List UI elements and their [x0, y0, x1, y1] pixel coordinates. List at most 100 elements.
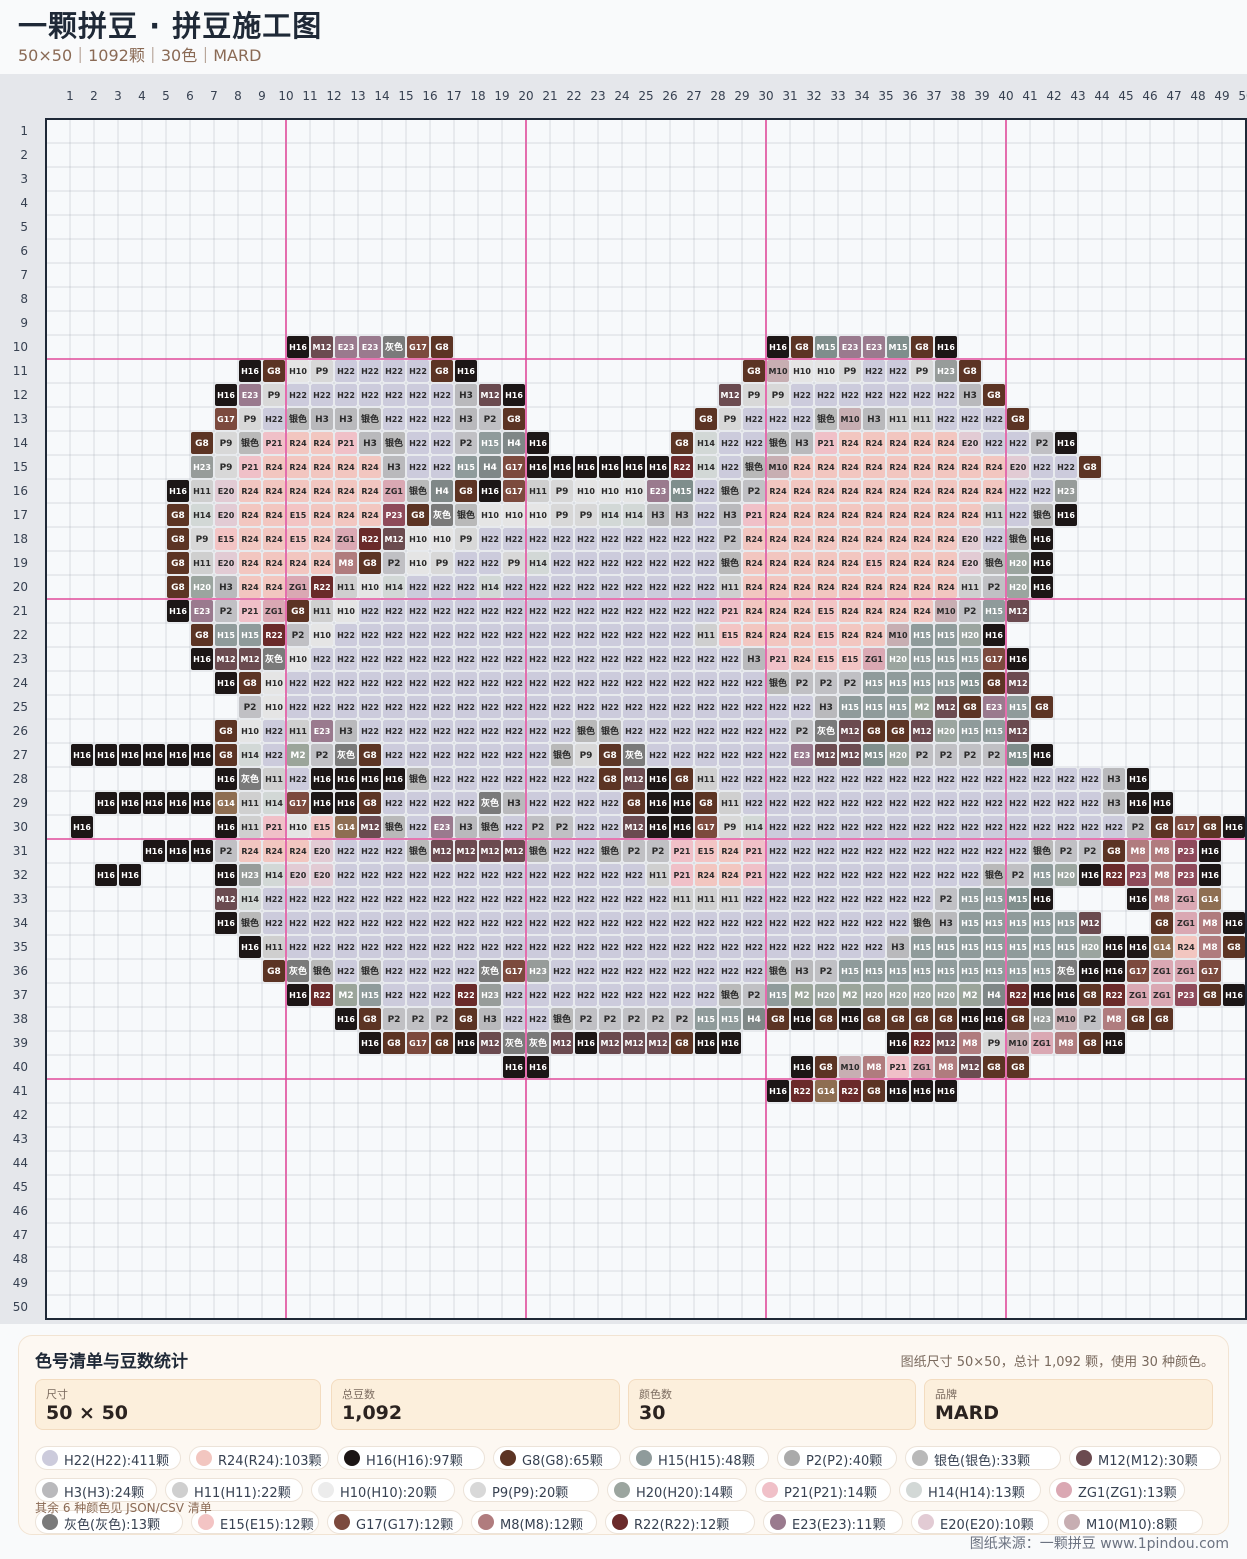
- bead-code: H14: [385, 583, 403, 592]
- color-chip[interactable]: G17(G17):12颗: [327, 1510, 463, 1534]
- color-chip[interactable]: R22(R22):12颗: [605, 1510, 755, 1534]
- bead-code: G8: [699, 415, 713, 425]
- bead-code: H22: [265, 919, 283, 928]
- color-chip[interactable]: M8(M8):12颗: [471, 1510, 597, 1534]
- bead-code: M15: [864, 751, 884, 760]
- bead-code: H22: [913, 847, 931, 856]
- bead-code: G8: [1155, 919, 1169, 929]
- color-chip[interactable]: G8(G8):65颗: [493, 1446, 621, 1470]
- color-chip[interactable]: H20(H20):14颗: [607, 1478, 747, 1502]
- bead-code: E15: [218, 535, 235, 544]
- bead-code: H10: [793, 367, 811, 376]
- bead-code: G8: [363, 559, 377, 569]
- bead-code: H16: [337, 799, 355, 808]
- bead-code: H11: [697, 895, 715, 904]
- color-chip[interactable]: M10(M10):8颗: [1057, 1510, 1203, 1534]
- bead-code: H16: [1201, 871, 1219, 880]
- bead-code: R24: [361, 511, 379, 520]
- bead-code: 灰色: [817, 725, 835, 737]
- row-number: 8: [20, 292, 28, 306]
- bead-code: ZG1: [1033, 1039, 1051, 1048]
- bead-code: H15: [1009, 967, 1027, 976]
- color-chip[interactable]: H14(H14):13颗: [899, 1478, 1041, 1502]
- color-chip[interactable]: H16(H16):97颗: [337, 1446, 485, 1470]
- bead-code: H15: [1033, 967, 1051, 976]
- bead-code: H22: [553, 559, 571, 568]
- bead-code: H16: [1105, 943, 1123, 952]
- bead-code: H15: [889, 679, 907, 688]
- column-number: 3: [114, 89, 122, 103]
- bead-code: H22: [769, 871, 787, 880]
- row-number: 30: [13, 820, 28, 834]
- bead-code: H16: [193, 847, 211, 856]
- bead-code: P21: [890, 1063, 907, 1072]
- bead-code: H22: [577, 631, 595, 640]
- bead-code: H15: [841, 703, 859, 712]
- bead-code: R24: [769, 511, 787, 520]
- bead-code: H15: [961, 895, 979, 904]
- color-chip[interactable]: P9(P9):20颗: [463, 1478, 599, 1502]
- bead-code: H22: [385, 631, 403, 640]
- color-chip[interactable]: M12(M12):30颗: [1069, 1446, 1221, 1470]
- bead-code: H22: [409, 967, 427, 976]
- color-chip[interactable]: E20(E20):10颗: [911, 1510, 1049, 1534]
- color-chip[interactable]: H10(H10):20颗: [311, 1478, 455, 1502]
- bead-code: E20: [290, 871, 307, 880]
- bead-code: R24: [913, 463, 931, 472]
- bead-code: H16: [457, 367, 475, 376]
- bead-code: H23: [481, 991, 499, 1000]
- color-chip[interactable]: P21(P21):14颗: [755, 1478, 891, 1502]
- bead-pattern-grid[interactable]: 1 2 3 4 5 6 7 8 9 10 11 12 13 14 15 16 17 18 19 20 21 22 23 24 2…: [0, 74, 1247, 1324]
- bead-code: 银色: [553, 1013, 571, 1025]
- column-number: 24: [614, 89, 629, 103]
- color-chip[interactable]: E23(E23):11颗: [763, 1510, 903, 1534]
- bead-code: G8: [867, 727, 881, 737]
- bead-code: H22: [697, 655, 715, 664]
- bead-code: H22: [1009, 487, 1027, 496]
- bead-code: H22: [625, 559, 643, 568]
- row-number: 31: [13, 844, 28, 858]
- bead-code: H16: [193, 655, 211, 664]
- color-swatch-icon: [172, 1482, 188, 1498]
- bead-code: H22: [433, 607, 451, 616]
- color-chip[interactable]: ZG1(ZG1):13颗: [1049, 1478, 1185, 1502]
- bead-code: H22: [577, 823, 595, 832]
- bead-code: H22: [505, 607, 523, 616]
- column-number: 8: [234, 89, 242, 103]
- color-chip[interactable]: P2(P2):40颗: [777, 1446, 897, 1470]
- bead-code: 银色: [313, 965, 331, 977]
- bead-code: E15: [818, 607, 835, 616]
- bead-code: R24: [313, 559, 331, 568]
- bead-code: H20: [913, 991, 931, 1000]
- color-swatch-icon: [1056, 1482, 1072, 1498]
- bead-code: P9: [436, 559, 449, 569]
- bead-code: R24: [793, 583, 811, 592]
- color-chip[interactable]: 银色(银色):33颗: [905, 1446, 1061, 1470]
- color-chip[interactable]: H22(H22):411颗: [35, 1446, 181, 1470]
- bead-code: R24: [769, 487, 787, 496]
- bead-code: P2: [388, 1015, 401, 1025]
- color-chip[interactable]: R24(R24):103颗: [189, 1446, 329, 1470]
- bead-code: R24: [313, 511, 331, 520]
- row-number: 21: [13, 604, 28, 618]
- bead-code: H15: [937, 679, 955, 688]
- bead-code: H22: [817, 895, 835, 904]
- column-number: 22: [566, 89, 581, 103]
- bead-code: H3: [459, 823, 473, 833]
- bead-code: H22: [337, 703, 355, 712]
- row-number: 13: [13, 412, 28, 426]
- bead-code: H15: [961, 943, 979, 952]
- bead-code: H16: [793, 1063, 811, 1072]
- bead-code: H16: [793, 1015, 811, 1024]
- bead-code: 银色: [769, 437, 787, 449]
- bead-code: H16: [937, 343, 955, 352]
- bead-code: R24: [913, 511, 931, 520]
- bead-code: H3: [483, 1015, 497, 1025]
- bead-code: H22: [433, 727, 451, 736]
- color-chip[interactable]: H15(H15):48颗: [629, 1446, 769, 1470]
- bead-code: H22: [841, 895, 859, 904]
- bead-code: H22: [529, 871, 547, 880]
- bead-code: H22: [673, 967, 691, 976]
- bead-code: H22: [625, 607, 643, 616]
- bead-code: H14: [193, 511, 211, 520]
